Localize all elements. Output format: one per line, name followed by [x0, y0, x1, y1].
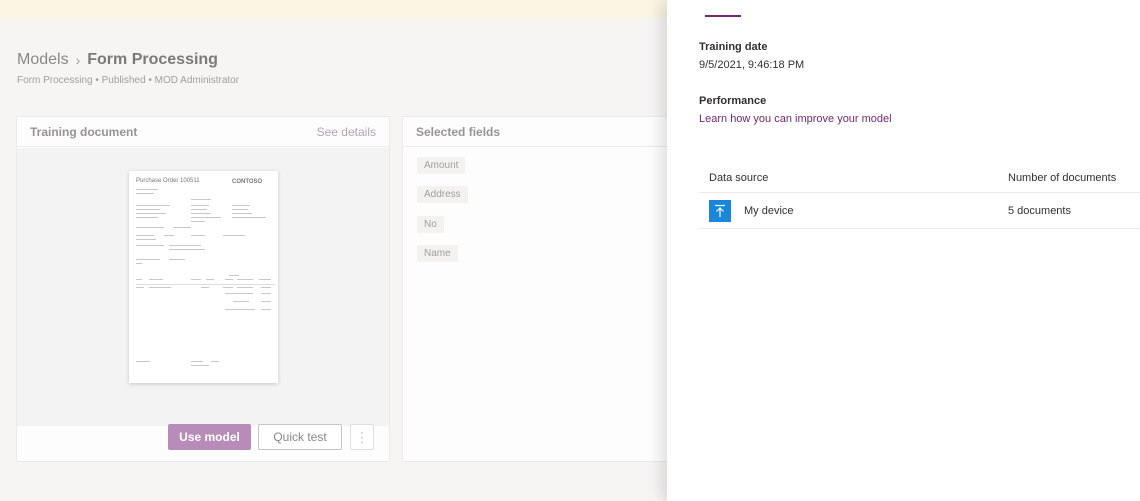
more-options-icon[interactable]: ⋮ [350, 424, 374, 450]
field-chip[interactable]: No [417, 216, 444, 233]
chevron-right-icon: › [75, 52, 81, 68]
document-heading: Purchase Order 100511 [136, 178, 200, 184]
selected-fields-card: Selected fields Amount Address No Name [402, 116, 672, 462]
notification-banner [0, 0, 680, 18]
column-header-documents[interactable]: Number of documents [1008, 172, 1140, 184]
document-count: 5 documents [1008, 204, 1071, 217]
see-details-link[interactable]: See details [317, 125, 376, 139]
breadcrumb: Models › Form Processing [17, 51, 218, 69]
data-source-table: Data source Number of documents My devic… [699, 163, 1140, 229]
active-tab-indicator [705, 15, 741, 17]
field-chip[interactable]: Name [417, 245, 458, 262]
table-header: Data source Number of documents [699, 163, 1140, 193]
training-card-title: Training document [30, 124, 138, 139]
training-date-label: Training date [699, 41, 768, 53]
training-document-card: Training document See details Purchase O… [16, 116, 390, 462]
field-chip[interactable]: Amount [417, 157, 466, 174]
model-subtitle: Form Processing • Published • MOD Admini… [17, 75, 240, 86]
document-logo: CONTOSO [232, 179, 263, 185]
document-preview-area: Purchase Order 100511 CONTOSO [17, 148, 389, 426]
document-thumbnail[interactable]: Purchase Order 100511 CONTOSO [129, 171, 278, 383]
model-details-panel: Training date 9/5/2021, 9:46:18 PM Perfo… [667, 0, 1140, 501]
training-card-header: Training document See details [17, 117, 389, 147]
improve-model-link[interactable]: Learn how you can improve your model [699, 113, 892, 125]
performance-label: Performance [699, 95, 767, 107]
breadcrumb-models[interactable]: Models [17, 51, 69, 69]
use-model-button[interactable]: Use model [168, 424, 251, 450]
breadcrumb-current: Form Processing [87, 51, 218, 68]
upload-icon [709, 199, 731, 222]
table-row[interactable]: My device 5 documents [699, 193, 1140, 229]
data-source-name: My device [744, 204, 794, 217]
fields-card-header: Selected fields [403, 117, 672, 147]
quick-test-button[interactable]: Quick test [258, 424, 342, 450]
field-chip[interactable]: Address [417, 186, 468, 203]
fields-card-title: Selected fields [416, 124, 501, 139]
training-date-value: 9/5/2021, 9:46:18 PM [699, 59, 805, 71]
column-header-data-source[interactable]: Data source [699, 172, 1008, 184]
